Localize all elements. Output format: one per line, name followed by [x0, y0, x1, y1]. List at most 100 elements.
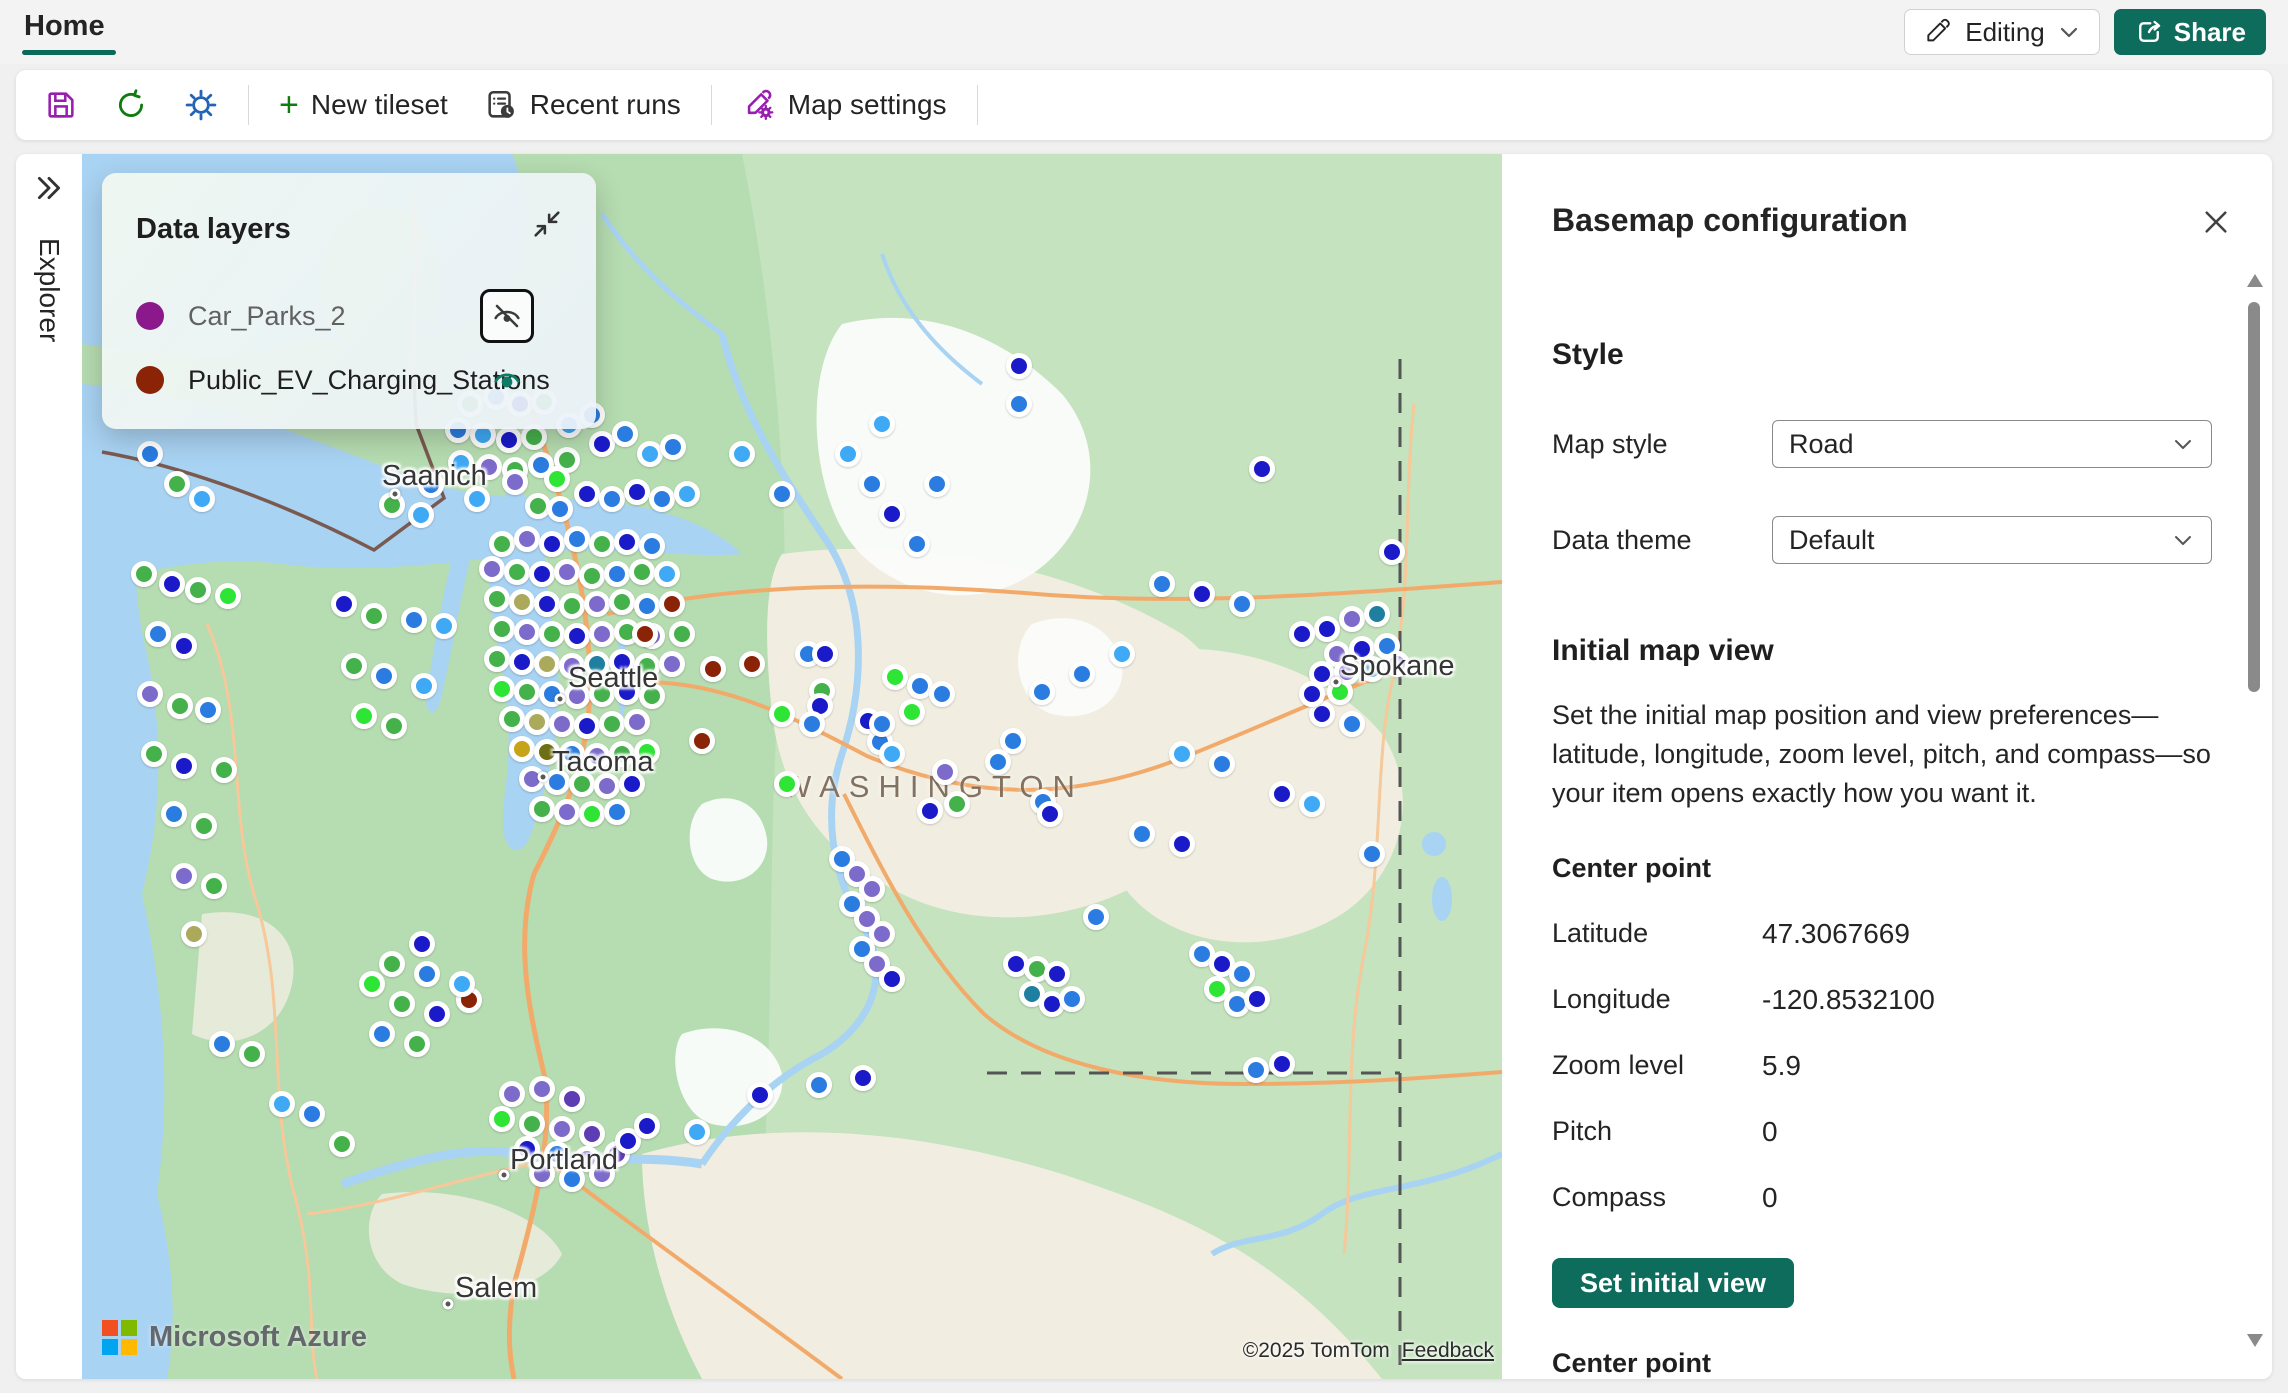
settings-button[interactable] — [170, 79, 232, 131]
data-point[interactable] — [539, 531, 565, 557]
data-point[interactable] — [496, 427, 522, 453]
data-point[interactable] — [414, 961, 440, 987]
data-point[interactable] — [504, 559, 530, 585]
data-point[interactable] — [167, 693, 193, 719]
data-point[interactable] — [529, 1076, 555, 1102]
data-point[interactable] — [1209, 751, 1235, 777]
data-point[interactable] — [329, 1131, 355, 1157]
data-point[interactable] — [161, 801, 187, 827]
data-point[interactable] — [549, 711, 575, 737]
new-tileset-button[interactable]: + New tileset — [265, 79, 462, 131]
data-point[interactable] — [137, 681, 163, 707]
data-point[interactable] — [574, 713, 600, 739]
data-point[interactable] — [624, 709, 650, 735]
data-point[interactable] — [669, 621, 695, 647]
map-style-select[interactable]: Road — [1772, 420, 2212, 468]
data-point[interactable] — [634, 1113, 660, 1139]
data-point[interactable] — [609, 589, 635, 615]
data-point[interactable] — [509, 649, 535, 675]
data-point[interactable] — [502, 469, 528, 495]
data-point[interactable] — [389, 991, 415, 1017]
data-point[interactable] — [774, 771, 800, 797]
data-point[interactable] — [835, 441, 861, 467]
data-point[interactable] — [381, 713, 407, 739]
data-point[interactable] — [929, 681, 955, 707]
share-button[interactable]: Share — [2114, 9, 2266, 55]
data-point[interactable] — [401, 607, 427, 633]
data-point[interactable] — [1243, 1057, 1269, 1083]
data-point[interactable] — [1059, 986, 1085, 1012]
data-point[interactable] — [514, 526, 540, 552]
data-point[interactable] — [549, 1116, 575, 1142]
recent-runs-button[interactable]: Recent runs — [470, 79, 695, 131]
data-point[interactable] — [559, 1086, 585, 1112]
data-point[interactable] — [1359, 841, 1385, 867]
data-point[interactable] — [1129, 821, 1155, 847]
data-point[interactable] — [371, 663, 397, 689]
data-point[interactable] — [579, 563, 605, 589]
data-point[interactable] — [509, 589, 535, 615]
data-point[interactable] — [211, 757, 237, 783]
data-point[interactable] — [489, 676, 515, 702]
data-point[interactable] — [341, 653, 367, 679]
data-point[interactable] — [514, 679, 540, 705]
data-point[interactable] — [700, 656, 726, 682]
data-point[interactable] — [171, 753, 197, 779]
data-point[interactable] — [554, 559, 580, 585]
data-point[interactable] — [629, 559, 655, 585]
data-point[interactable] — [239, 1041, 265, 1067]
data-point[interactable] — [529, 796, 555, 822]
data-point[interactable] — [159, 571, 185, 597]
data-point[interactable] — [589, 531, 615, 557]
data-point[interactable] — [201, 873, 227, 899]
data-point[interactable] — [659, 591, 685, 617]
expand-explorer-button[interactable] — [33, 172, 65, 204]
data-point[interactable] — [519, 1111, 545, 1137]
data-point[interactable] — [509, 736, 535, 762]
data-point[interactable] — [489, 616, 515, 642]
data-point[interactable] — [1289, 621, 1315, 647]
data-point[interactable] — [1044, 961, 1070, 987]
data-point[interactable] — [614, 529, 640, 555]
data-point[interactable] — [1299, 681, 1325, 707]
data-point[interactable] — [799, 711, 825, 737]
data-point[interactable] — [1299, 791, 1325, 817]
data-point[interactable] — [899, 699, 925, 725]
data-point[interactable] — [924, 471, 950, 497]
data-point[interactable] — [361, 603, 387, 629]
data-point[interactable] — [806, 1072, 832, 1098]
data-point[interactable] — [1149, 571, 1175, 597]
data-point[interactable] — [882, 664, 908, 690]
close-panel-button[interactable] — [2200, 206, 2232, 241]
data-point[interactable] — [141, 741, 167, 767]
data-point[interactable] — [544, 466, 570, 492]
data-point[interactable] — [1189, 581, 1215, 607]
data-point[interactable] — [639, 533, 665, 559]
data-point[interactable] — [269, 1091, 295, 1117]
data-point[interactable] — [404, 1031, 430, 1057]
data-point[interactable] — [574, 481, 600, 507]
data-point[interactable] — [408, 502, 434, 528]
data-point[interactable] — [944, 791, 970, 817]
data-point[interactable] — [424, 1001, 450, 1027]
data-point[interactable] — [185, 577, 211, 603]
data-point[interactable] — [1314, 616, 1340, 642]
data-point[interactable] — [171, 863, 197, 889]
data-point[interactable] — [769, 701, 795, 727]
data-point[interactable] — [484, 646, 510, 672]
data-point[interactable] — [1069, 661, 1095, 687]
data-point[interactable] — [137, 441, 163, 467]
tab-home[interactable]: Home — [24, 10, 105, 43]
data-point[interactable] — [564, 623, 590, 649]
data-point[interactable] — [554, 799, 580, 825]
save-button[interactable] — [30, 79, 92, 131]
data-point[interactable] — [1339, 606, 1365, 632]
data-point[interactable] — [932, 759, 958, 785]
data-point[interactable] — [411, 673, 437, 699]
data-point[interactable] — [654, 561, 680, 587]
data-point[interactable] — [559, 593, 585, 619]
data-point[interactable] — [547, 496, 573, 522]
data-point[interactable] — [624, 479, 650, 505]
data-point[interactable] — [524, 709, 550, 735]
data-point[interactable] — [612, 421, 638, 447]
